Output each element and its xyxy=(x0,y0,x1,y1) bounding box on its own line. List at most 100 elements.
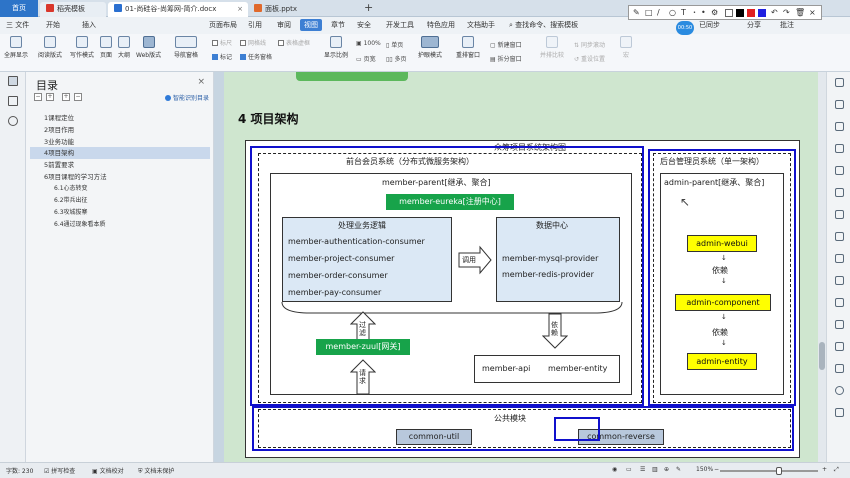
toc-item[interactable]: 1课程定位 xyxy=(30,112,210,124)
web-view-icon[interactable]: ⊕ xyxy=(664,466,669,473)
line-icon[interactable]: / xyxy=(657,7,660,19)
blue-color-swatch[interactable] xyxy=(758,9,766,17)
collapse-all-icon[interactable]: − xyxy=(34,93,42,101)
sync-status[interactable]: 已同步 xyxy=(699,20,720,30)
zoom-out-icon[interactable]: − xyxy=(714,466,719,473)
help-icon[interactable] xyxy=(835,364,844,373)
zoom-slider-knob[interactable] xyxy=(776,467,782,475)
menu-view-active[interactable]: 视图 xyxy=(300,19,322,31)
spell-check-status[interactable]: ☑ 拼写检查 xyxy=(44,466,75,475)
gridline-checkbox[interactable]: 网格线 xyxy=(240,38,266,47)
fullscreen-button[interactable]: 全屏显示 xyxy=(4,36,28,59)
new-window-button[interactable]: ▢ 新建窗口 xyxy=(490,40,522,49)
comment-button[interactable]: 批注 xyxy=(780,20,794,30)
table-frame-checkbox[interactable]: 表格虚框 xyxy=(278,38,310,47)
word-count[interactable]: 字数: 230 xyxy=(6,466,33,475)
nav-pane-button[interactable]: 导航窗格 xyxy=(174,36,198,59)
dot-small-icon[interactable]: • xyxy=(693,7,696,19)
toc-item[interactable]: 6项目课程的学习方法 xyxy=(30,171,210,183)
close-icon[interactable]: × xyxy=(237,2,243,17)
ruler-checkbox[interactable]: 标尺 xyxy=(212,38,232,47)
add-heading-icon[interactable]: + xyxy=(62,93,70,101)
image-icon[interactable] xyxy=(835,254,844,263)
grid-icon[interactable] xyxy=(835,188,844,197)
multi-page-button[interactable]: ▯▯ 多页 xyxy=(386,54,407,63)
menu-item[interactable]: 引用 xyxy=(248,20,262,30)
avatar[interactable]: 00:50 xyxy=(676,21,694,35)
share-button[interactable]: 分享 xyxy=(747,20,761,30)
undo-icon[interactable]: ↶ xyxy=(771,7,778,19)
settings-icon[interactable]: ⚙ xyxy=(711,7,718,19)
sync-scroll-button[interactable]: ⇅ 同步滚动 xyxy=(574,40,605,49)
macro-button[interactable]: 宏 xyxy=(620,36,632,59)
zoom-slider[interactable] xyxy=(720,470,818,472)
red-color-swatch[interactable] xyxy=(747,9,755,17)
find-icon[interactable] xyxy=(8,116,18,126)
dialog-icon[interactable] xyxy=(835,298,844,307)
web-view-button[interactable]: Web版式 xyxy=(136,36,161,59)
zoom-level[interactable]: 150% xyxy=(696,466,713,473)
toc-subitem[interactable]: 6.1心态转变 xyxy=(30,183,210,195)
single-page-button[interactable]: ▯ 单页 xyxy=(386,40,403,49)
dot-large-icon[interactable]: • xyxy=(701,7,706,19)
remove-heading-icon[interactable]: − xyxy=(74,93,82,101)
menu-item[interactable]: 开发工具 xyxy=(386,20,414,30)
tools-icon[interactable] xyxy=(835,320,844,329)
menu-item[interactable]: 特色应用 xyxy=(427,20,455,30)
trash-icon[interactable]: 🗑 xyxy=(795,7,805,19)
document-page[interactable]: 4 项目架构 众筹项目系统架构图 前台会员系统（分布式微服务架构） member… xyxy=(224,72,820,462)
search-command[interactable]: ⌕ 查找命令、搜索模板 xyxy=(509,20,578,30)
expand-all-icon[interactable]: + xyxy=(46,93,54,101)
tab-docer-templates[interactable]: 稻壳模板 xyxy=(40,2,106,17)
toc-item[interactable]: 5前置要求 xyxy=(30,159,210,171)
mark-checkbox[interactable]: 标记 xyxy=(212,52,232,61)
pen-icon[interactable]: ✎ xyxy=(633,7,640,19)
location-icon[interactable] xyxy=(835,144,844,153)
zoom-ratio-button[interactable]: 显示比例 xyxy=(324,36,348,59)
pen-tool-icon[interactable] xyxy=(835,342,844,351)
eye-mode-icon[interactable]: ◉ xyxy=(612,466,617,473)
page-width-button[interactable]: ▭ 页宽 xyxy=(356,54,376,63)
white-color-swatch[interactable] xyxy=(725,9,733,17)
redo-icon[interactable]: ↷ xyxy=(783,7,790,19)
tab-home[interactable]: 首页 xyxy=(0,0,38,17)
page-view-icon[interactable]: ▭ xyxy=(626,466,632,473)
close-icon[interactable]: × xyxy=(197,77,205,87)
reset-position-button[interactable]: ↺ 重设位置 xyxy=(574,54,605,63)
text-icon[interactable]: T xyxy=(681,7,686,19)
expand-icon[interactable] xyxy=(835,408,844,417)
tab-active-document[interactable]: 01-尚硅谷-尚筹网-简介.docx × xyxy=(108,2,248,17)
edit-view-icon[interactable]: ✎ xyxy=(676,466,681,473)
fit-page-icon[interactable]: ⤢ xyxy=(834,466,839,474)
protect-status[interactable]: ⛨ 文档未保护 xyxy=(138,466,174,476)
list-view-icon[interactable]: ☰ xyxy=(640,466,645,473)
toc-subitem[interactable]: 6.2带兵出征 xyxy=(30,195,210,207)
list-icon[interactable] xyxy=(835,276,844,285)
menu-item[interactable]: 开始 xyxy=(46,20,60,30)
toc-subitem[interactable]: 6.4通过现象看本质 xyxy=(30,219,210,231)
zoom-in-icon[interactable]: + xyxy=(822,466,827,473)
zoom-100-button[interactable]: ▣ 100% xyxy=(356,40,381,47)
layout-icon[interactable] xyxy=(835,232,844,241)
proofread-status[interactable]: ▣ 文档校对 xyxy=(92,466,124,475)
toc-item[interactable]: 2项目作用 xyxy=(30,124,210,136)
outline-view-button[interactable]: 大纲 xyxy=(118,36,130,59)
menu-item[interactable]: 审阅 xyxy=(277,20,291,30)
column-view-icon[interactable]: ▥ xyxy=(652,466,658,473)
toc-subitem[interactable]: 6.3攻城拔寨 xyxy=(30,207,210,219)
scrollbar-thumb[interactable] xyxy=(819,342,825,370)
new-tab-button[interactable]: + xyxy=(364,1,373,14)
task-pane-checkbox[interactable]: 任务窗格 xyxy=(240,52,272,61)
arrow-icon[interactable] xyxy=(835,100,844,109)
rearrange-windows-button[interactable]: 重排窗口 xyxy=(456,36,480,59)
side-by-side-button[interactable]: 并排比较 xyxy=(540,36,564,59)
rectangle-icon[interactable]: □ xyxy=(645,7,653,19)
toc-panel-icon[interactable] xyxy=(8,76,18,86)
bookmark-icon[interactable] xyxy=(8,96,18,106)
chart-icon[interactable] xyxy=(835,210,844,219)
menu-item[interactable]: 安全 xyxy=(357,20,371,30)
vertical-scrollbar[interactable] xyxy=(818,72,826,462)
page-view-button[interactable]: 页面 xyxy=(100,36,112,59)
reading-mode-button[interactable]: 阅读版式 xyxy=(38,36,62,59)
menu-item[interactable]: 文档助手 xyxy=(467,20,495,30)
